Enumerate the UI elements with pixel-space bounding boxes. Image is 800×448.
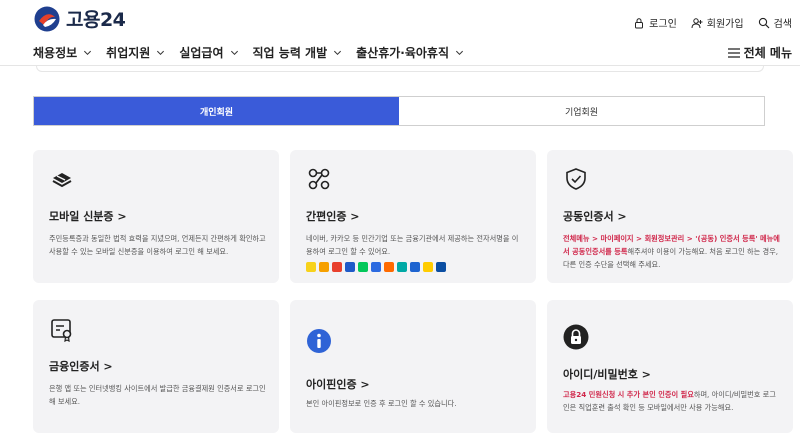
card-ipin[interactable]: 아이핀인증 > 본인 아이핀정보로 인증 후 로그인 할 수 있습니다. [290, 300, 536, 433]
card-description: 은행 앱 또는 인터넷뱅킹 사이트에서 발급한 금융결제원 인증서로 로그인 해… [49, 384, 266, 406]
logo-text: 고용24 [66, 9, 126, 31]
provider-badge-icon [371, 262, 381, 272]
search-label: 검색 [773, 19, 792, 30]
gnb-item-employment-support[interactable]: 취업지원 [106, 44, 165, 61]
gnb-item-jobs[interactable]: 채용정보 [33, 44, 92, 61]
gnb-item-parental-leave[interactable]: 출산휴가·육아휴직 [356, 44, 464, 61]
card-title[interactable]: 간편인증 > [306, 208, 360, 224]
shield-check-icon [566, 168, 586, 190]
tab-company[interactable]: 기업회원 [399, 97, 764, 125]
header-bottom-strip [36, 66, 764, 72]
link-nodes-icon [308, 168, 330, 190]
gnb-label: 채용정보 [33, 46, 78, 60]
card-description: 네이버, 카카오 등 민간기업 또는 금융기관에서 제공하는 전자서명을 이용하… [306, 234, 519, 256]
signup-link[interactable]: 회원가입 [691, 15, 744, 30]
search-icon [758, 17, 770, 28]
signup-label: 회원가입 [706, 19, 744, 30]
provider-badge-icon [384, 262, 394, 272]
provider-badge-icon [436, 262, 446, 272]
gnb-item-unemployment-benefit[interactable]: 실업급여 [179, 44, 238, 61]
provider-badge-icon [332, 262, 342, 272]
card-description: 전체메뉴 > 마이페이지 > 회원정보관리 > '(공동) 인증서 등록' 메뉴… [563, 232, 781, 271]
search-link[interactable]: 검색 [758, 15, 792, 30]
site-header: 고용24 로그인 회원가입 검색 [0, 0, 800, 36]
hamburger-icon [727, 47, 740, 58]
card-title[interactable]: 모바일 신분증 > [49, 208, 127, 224]
card-id-password[interactable]: 아이디/비밀번호 > 고용24 민원신청 시 추가 본인 인증이 필요하며, 아… [547, 300, 793, 433]
gnb-list: 채용정보 취업지원 실업급여 직업 능력 개발 출산휴가·육아휴직 [33, 44, 464, 61]
site-logo[interactable]: 고용24 [34, 5, 126, 32]
gnb-label: 실업급여 [179, 46, 224, 60]
chevron-down-icon [334, 50, 342, 56]
card-joint-certificate[interactable]: 공동인증서 > 전체메뉴 > 마이페이지 > 회원정보관리 > '(공동) 인증… [547, 150, 793, 283]
provider-badge-icon [423, 262, 433, 272]
all-menu-button[interactable]: 전체 메뉴 [727, 44, 792, 61]
provider-badge-icon [319, 262, 329, 272]
provider-badge-icon [410, 262, 420, 272]
gnb-label: 직업 능력 개발 [252, 46, 328, 60]
lock-icon [563, 324, 589, 350]
provider-badge-icon [306, 262, 316, 272]
provider-badge-icon [397, 262, 407, 272]
login-label: 로그인 [649, 19, 677, 30]
provider-badge-icon [345, 262, 355, 272]
info-icon [307, 329, 331, 353]
card-title[interactable]: 아이핀인증 > [306, 376, 370, 392]
gnb-item-vocational-training[interactable]: 직업 능력 개발 [253, 44, 343, 61]
lock-icon [635, 17, 644, 28]
provider-badges [306, 262, 446, 272]
card-description-highlight: 고용24 민원신청 시 추가 본인 인증이 필요 [563, 390, 694, 399]
certificate-icon [51, 319, 72, 342]
gnb-label: 출산휴가·육아휴직 [356, 46, 450, 60]
member-type-tabs: 개인회원 기업회원 [33, 96, 765, 126]
card-description: 고용24 민원신청 시 추가 본인 인증이 필요하며, 아이디/비밀번호 로그인… [563, 388, 781, 414]
chevron-down-icon [456, 50, 464, 56]
card-financial-certificate[interactable]: 금융인증서 > 은행 앱 또는 인터넷뱅킹 사이트에서 발급한 금융결제원 인증… [33, 300, 279, 433]
login-link[interactable]: 로그인 [633, 15, 677, 30]
gnb-label: 취업지원 [106, 46, 151, 60]
card-description: 주민등록증과 동일한 법적 효력을 지녔으며, 언제든지 간편하게 확인하고 사… [49, 234, 266, 256]
utility-menu: 로그인 회원가입 검색 [633, 15, 792, 30]
card-title[interactable]: 금융인증서 > [49, 358, 113, 374]
user-add-icon [691, 17, 703, 28]
card-mobile-id[interactable]: 모바일 신분증 > 주민등록증과 동일한 법적 효력을 지녔으며, 언제든지 간… [33, 150, 279, 283]
provider-badge-icon [358, 262, 368, 272]
card-title[interactable]: 공동인증서 > [563, 208, 627, 224]
tab-personal[interactable]: 개인회원 [34, 97, 399, 125]
global-navigation: 채용정보 취업지원 실업급여 직업 능력 개발 출산휴가·육아휴직 전체 메뉴 [0, 38, 800, 66]
card-simple-auth[interactable]: 간편인증 > 네이버, 카카오 등 민간기업 또는 금융기관에서 제공하는 전자… [290, 150, 536, 283]
chevron-down-icon [157, 50, 165, 56]
chevron-down-icon [84, 50, 92, 56]
all-menu-label: 전체 메뉴 [743, 46, 792, 60]
layers-icon [52, 173, 72, 188]
card-description: 본인 아이핀정보로 인증 후 로그인 할 수 있습니다. [306, 399, 457, 408]
card-title[interactable]: 아이디/비밀번호 > [563, 366, 651, 382]
chevron-down-icon [230, 50, 238, 56]
logo-mark-icon [34, 6, 60, 31]
